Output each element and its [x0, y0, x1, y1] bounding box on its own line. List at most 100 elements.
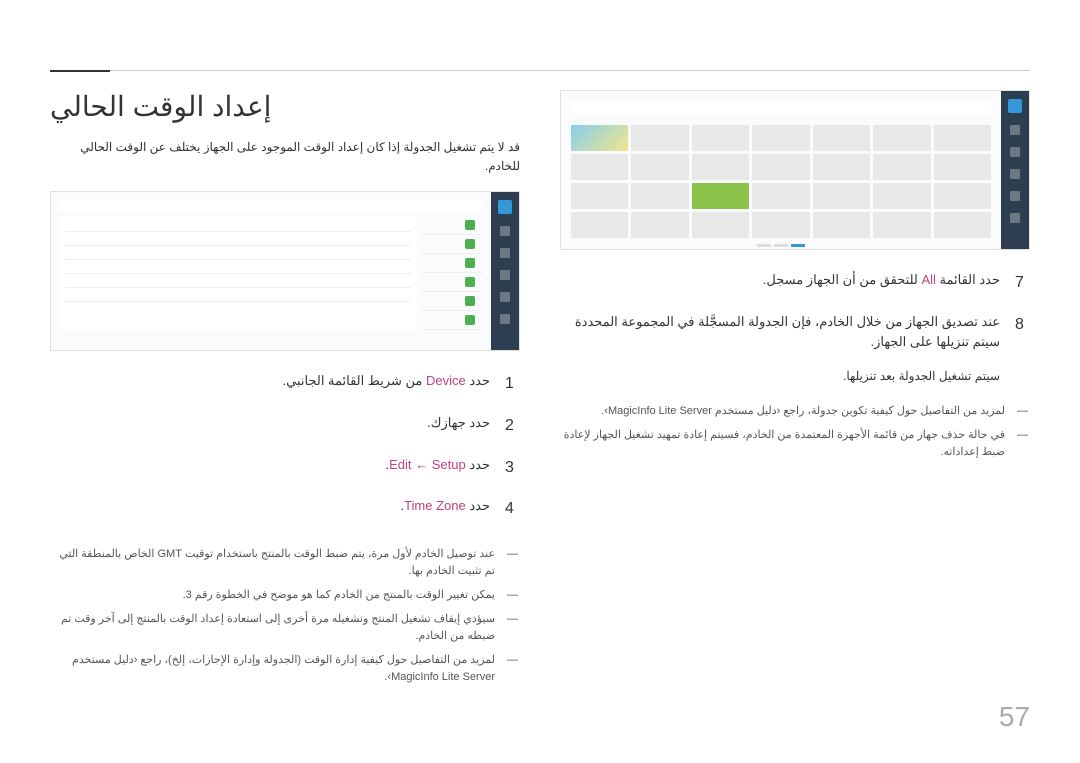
grid-cell	[934, 183, 991, 209]
grid-cell	[873, 183, 930, 209]
step-number: 8	[1015, 312, 1030, 354]
panel-row	[65, 222, 411, 232]
dash-icon: ―	[505, 611, 520, 646]
grid-cell	[934, 212, 991, 238]
highlight: All	[921, 272, 935, 287]
step-8: 8 عند تصديق الجهاز من خلال الخادم، فإن ا…	[560, 312, 1030, 354]
notes-left: ― عند توصيل الخادم لأول مرة، يتم ضبط الو…	[50, 546, 520, 693]
note-item: ― سيؤدي إيقاف تشغيل المنتج وتشغيله مرة أ…	[50, 611, 520, 646]
settings-main-panel	[59, 216, 417, 330]
settings-row	[423, 216, 483, 235]
step-text: حدد جهازك.	[50, 413, 490, 439]
sidebar-dot	[1010, 147, 1020, 157]
left-column: إعداد الوقت الحالي قد لا يتم تشغيل الجدو…	[50, 60, 520, 723]
sidebar-dot	[500, 292, 510, 302]
header-bar	[59, 200, 483, 212]
grid-cell	[813, 212, 870, 238]
text: حدد	[466, 457, 490, 472]
page-dot	[774, 244, 788, 247]
sidebar-dot	[1010, 169, 1020, 179]
grid-cell	[752, 183, 809, 209]
note-text: يمكن تغيير الوقت بالمنتج من الخادم كما ه…	[50, 587, 495, 605]
step-text: عند تصديق الجهاز من خلال الخادم، فإن الج…	[560, 312, 1000, 354]
note-text: لمزيد من التفاصيل حول كيفية تكوين جدولة،…	[560, 403, 1005, 421]
grid-cell	[571, 183, 628, 209]
right-column: 7 حدد القائمة All للتحقق من أن الجهاز مس…	[560, 60, 1030, 723]
grid-cell	[692, 154, 749, 180]
grid-cell	[873, 154, 930, 180]
grid-cell	[631, 154, 688, 180]
screenshot-content	[561, 91, 1001, 249]
note-item: ― لمزيد من التفاصيل حول كيفية تكوين جدول…	[560, 403, 1030, 421]
note-text: لمزيد من التفاصيل حول كيفية إدارة الوقت …	[50, 652, 495, 687]
note-item: ― يمكن تغيير الوقت بالمنتج من الخادم كما…	[50, 587, 520, 605]
panel-row	[65, 250, 411, 260]
text: حدد	[466, 498, 490, 513]
page-top-border-accent	[50, 70, 110, 72]
settings-row	[423, 273, 483, 292]
grid-cell	[813, 125, 870, 151]
check-icon	[465, 277, 475, 287]
settings-row	[423, 254, 483, 273]
sidebar-dot	[1010, 191, 1020, 201]
highlight: Edit ← Setup	[389, 457, 466, 472]
sidebar-dot	[500, 314, 510, 324]
description: قد لا يتم تشغيل الجدولة إذا كان إعداد ال…	[50, 138, 520, 176]
screenshot-sidebar	[1001, 91, 1029, 249]
grid-cell	[571, 212, 628, 238]
dash-icon: ―	[1015, 427, 1030, 462]
dash-icon: ―	[505, 587, 520, 605]
settings-row	[423, 235, 483, 254]
grid-cell	[752, 212, 809, 238]
page-dot	[791, 244, 805, 247]
check-icon	[465, 296, 475, 306]
panel-row	[65, 264, 411, 274]
highlight: Device	[426, 373, 466, 388]
panel-row	[65, 292, 411, 302]
screenshot-settings-panel	[50, 191, 520, 351]
section-title: إعداد الوقت الحالي	[50, 90, 520, 123]
panel-row	[65, 306, 411, 316]
logo-icon	[1008, 99, 1022, 113]
grid-cell	[571, 125, 628, 151]
dash-icon: ―	[1015, 403, 1030, 421]
panel-row	[65, 278, 411, 288]
grid-cell	[873, 212, 930, 238]
page-top-border	[50, 70, 1030, 71]
sidebar-dot	[500, 226, 510, 236]
settings-row	[423, 292, 483, 311]
grid-cell	[752, 154, 809, 180]
pagination	[571, 244, 991, 247]
note-item: ― في حالة حذف جهاز من قائمة الأجهزة المع…	[560, 427, 1030, 462]
dash-icon: ―	[505, 652, 520, 687]
sub-text: سيتم تشغيل الجدولة بعد تنزيلها.	[560, 369, 1000, 383]
notes-right: ― لمزيد من التفاصيل حول كيفية تكوين جدول…	[560, 403, 1030, 468]
text: حدد	[466, 373, 490, 388]
panel-row	[65, 236, 411, 246]
check-icon	[465, 258, 475, 268]
grid-cell	[631, 183, 688, 209]
grid-cell	[934, 125, 991, 151]
grid-cell	[692, 183, 749, 209]
step-number: 3	[505, 455, 520, 481]
check-icon	[465, 220, 475, 230]
settings-left-panel	[423, 216, 483, 330]
screenshot-content	[51, 192, 491, 350]
settings-body	[59, 216, 483, 330]
text: حدد القائمة	[936, 272, 1000, 287]
grid-cell	[692, 125, 749, 151]
screenshot-device-grid	[560, 90, 1030, 250]
step-text: حدد Time Zone.	[50, 496, 490, 522]
step-list-right: 7 حدد القائمة All للتحقق من أن الجهاز مس…	[560, 270, 1030, 369]
step-text: حدد Edit ← Setup.	[50, 455, 490, 481]
check-icon	[465, 239, 475, 249]
sidebar-dot	[1010, 125, 1020, 135]
step-2: 2 حدد جهازك.	[50, 413, 520, 439]
logo-icon	[498, 200, 512, 214]
device-thumbnail-grid	[571, 125, 991, 238]
step-list-left: 1 حدد Device من شريط القائمة الجانبي. 2 …	[50, 371, 520, 537]
step-number: 1	[505, 371, 520, 397]
page-container: 7 حدد القائمة All للتحقق من أن الجهاز مس…	[50, 60, 1030, 723]
screenshot-sidebar	[491, 192, 519, 350]
grid-cell	[813, 154, 870, 180]
